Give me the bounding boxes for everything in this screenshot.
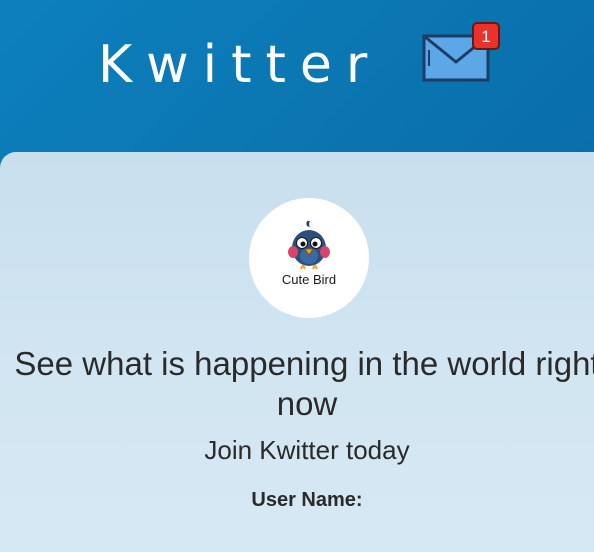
username-label: User Name:	[251, 489, 363, 511]
app-title: Kwitter	[98, 35, 382, 95]
headline: See what is happening in the world right…	[14, 345, 594, 422]
notifications-button[interactable]: 1	[420, 22, 504, 86]
logo-caption: Cute Bird	[281, 272, 337, 287]
signup-card: Cute Bird See what is happening in the w…	[0, 152, 594, 552]
notification-badge: 1	[472, 22, 500, 50]
subheadline: Join Kwitter today	[204, 435, 410, 465]
logo: Cute Bird	[249, 198, 369, 318]
app-header: Kwitter 1	[0, 0, 594, 160]
bird-icon	[288, 220, 330, 270]
